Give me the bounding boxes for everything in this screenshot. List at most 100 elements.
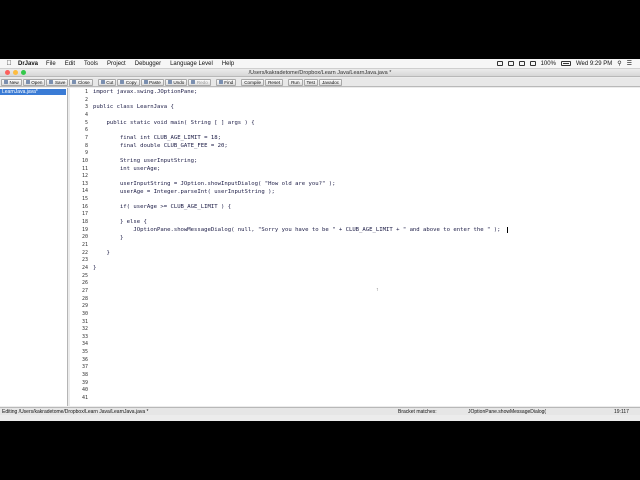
line-number: 22 bbox=[81, 249, 88, 256]
compile-button[interactable]: Compile bbox=[241, 78, 265, 86]
menu-language-level[interactable]: Language Level bbox=[170, 61, 213, 67]
line-number: 15 bbox=[81, 196, 88, 203]
line-number: 5 bbox=[84, 119, 88, 126]
copy-button[interactable]: Copy bbox=[117, 78, 140, 86]
code-line-1[interactable]: import javax.swing.JOptionPane; bbox=[93, 89, 197, 95]
test-label: Test bbox=[306, 79, 315, 85]
paste-icon bbox=[143, 80, 148, 84]
line-number: 26 bbox=[81, 280, 88, 287]
line-number: 38 bbox=[81, 372, 88, 379]
bracket-matches-label: Bracket matches: bbox=[398, 409, 437, 415]
line-number: 27 bbox=[81, 287, 88, 294]
line-number: 16 bbox=[81, 203, 88, 210]
open-button[interactable]: Open bbox=[22, 78, 46, 86]
code-line-5[interactable]: public static void main( String [ ] args… bbox=[93, 120, 254, 126]
window-title: /Users/kakradetome/Dropbox/Learn Java/Le… bbox=[248, 69, 392, 76]
volume-icon[interactable] bbox=[529, 61, 536, 66]
sidebar-file-learnjava[interactable]: LearnJava.java* bbox=[0, 89, 66, 95]
line-number: 41 bbox=[81, 395, 88, 401]
code-line-14[interactable]: userAge = Integer.parseInt( userInputStr… bbox=[93, 189, 275, 195]
find-button[interactable]: Find bbox=[215, 78, 237, 86]
line-number: 3 bbox=[84, 104, 88, 111]
wifi-icon[interactable] bbox=[518, 61, 525, 66]
list-icon[interactable]: ☰ bbox=[627, 60, 632, 67]
save-label: Save bbox=[54, 79, 66, 85]
line-number: 35 bbox=[81, 349, 88, 356]
close-file-icon bbox=[72, 80, 77, 84]
code-line-10[interactable]: String userInputString; bbox=[93, 158, 197, 164]
copy-label: Copy bbox=[125, 79, 137, 85]
status-area: 100% Wed 9:29 PM ⚲ ☰ bbox=[496, 60, 640, 67]
redo-icon bbox=[191, 80, 196, 84]
code-line-11[interactable]: int userAge; bbox=[93, 166, 160, 172]
code-line-7[interactable]: final int CLUB_AGE_LIMIT = 18; bbox=[93, 135, 221, 141]
test-button[interactable]: Test bbox=[303, 78, 318, 86]
javadoc-button[interactable]: Javadoc bbox=[318, 78, 343, 86]
folder-icon bbox=[25, 80, 30, 84]
code-line-16[interactable]: if( userAge >= CLUB_AGE_LIMIT ) { bbox=[93, 204, 231, 210]
line-number: 19 bbox=[81, 226, 88, 233]
reset-button[interactable]: Reset bbox=[265, 78, 284, 86]
menu-file[interactable]: File bbox=[46, 61, 56, 67]
paste-label: Paste bbox=[149, 79, 161, 85]
cursor-position: 19:117 bbox=[614, 409, 629, 415]
code-line-13[interactable]: userInputString = JOption.showInputDialo… bbox=[93, 181, 336, 187]
save-button[interactable]: Save bbox=[46, 78, 69, 86]
line-number: 39 bbox=[81, 379, 88, 386]
dropbox-icon[interactable] bbox=[496, 61, 503, 66]
new-button[interactable]: New bbox=[1, 78, 22, 86]
new-label: New bbox=[9, 79, 19, 85]
line-number: 9 bbox=[84, 150, 88, 157]
javadoc-label: Javadoc bbox=[321, 79, 340, 85]
line-number: 40 bbox=[81, 387, 88, 394]
code-line-18[interactable]: } else { bbox=[93, 219, 147, 225]
code-line-3[interactable]: public class LearnJava { bbox=[93, 104, 174, 110]
code-editor[interactable]: 1 2 3 4 5 6 7 8 9 10 11 12 13 14 15 16 17 18 19 20 21 22 23 24 2… bbox=[70, 88, 640, 406]
line-number: 7 bbox=[84, 134, 88, 141]
scissors-icon bbox=[100, 80, 105, 84]
undo-button[interactable]: Undo bbox=[164, 78, 188, 86]
menu-debugger[interactable]: Debugger bbox=[135, 61, 161, 67]
line-number: 31 bbox=[81, 318, 88, 325]
line-number: 20 bbox=[81, 234, 88, 241]
redo-button[interactable]: Redo bbox=[188, 78, 211, 86]
code-line-24[interactable]: } bbox=[93, 265, 96, 271]
line-number: 11 bbox=[81, 165, 88, 172]
text-caret bbox=[507, 227, 508, 233]
line-number: 36 bbox=[81, 356, 88, 363]
search-icon[interactable]: ⚲ bbox=[617, 60, 621, 67]
menu-project[interactable]: Project bbox=[107, 61, 126, 67]
close-button[interactable]: Close bbox=[69, 78, 93, 86]
app-menu[interactable]: DrJava bbox=[18, 61, 38, 67]
code-line-8[interactable]: final double CLUB_GATE_FEE = 20; bbox=[93, 143, 228, 149]
line-number-gutter: 1 2 3 4 5 6 7 8 9 10 11 12 13 14 15 16 17 18 19 20 21 22 23 24 2… bbox=[70, 88, 90, 406]
battery-icon[interactable] bbox=[560, 61, 571, 66]
line-number: 30 bbox=[81, 310, 88, 317]
line-number: 10 bbox=[81, 157, 88, 164]
paste-button[interactable]: Paste bbox=[140, 78, 164, 86]
line-number: 12 bbox=[81, 173, 88, 180]
find-label: Find bbox=[224, 79, 234, 85]
run-button[interactable]: Run bbox=[288, 78, 303, 86]
cut-button[interactable]: Cut bbox=[97, 78, 117, 86]
clock[interactable]: Wed 9:29 PM bbox=[576, 61, 612, 67]
menu-help[interactable]: Help bbox=[222, 61, 234, 67]
line-number: 2 bbox=[84, 96, 88, 103]
line-number: 17 bbox=[81, 211, 88, 218]
menu-tools[interactable]: Tools bbox=[84, 61, 98, 67]
menu-edit[interactable]: Edit bbox=[65, 61, 75, 67]
code-line-19[interactable]: JOptionPane.showMessageDialog( null, "So… bbox=[93, 227, 500, 233]
redo-label: Redo bbox=[196, 79, 208, 85]
status-bar: Editing /Users/kakradetome/Dropbox/Learn… bbox=[0, 407, 640, 415]
editing-status: Editing /Users/kakradetome/Dropbox/Learn… bbox=[2, 409, 149, 415]
new-file-icon bbox=[4, 80, 8, 84]
reset-label: Reset bbox=[268, 79, 281, 85]
undo-icon bbox=[167, 80, 172, 84]
display-icon[interactable] bbox=[507, 61, 514, 66]
apple-icon[interactable]:  bbox=[0, 60, 18, 67]
code-line-22[interactable]: } bbox=[93, 250, 109, 256]
line-number: 24 bbox=[81, 264, 88, 271]
line-number: 1 bbox=[84, 89, 88, 95]
menu-bar:  DrJava File Edit Tools Project Debugge… bbox=[0, 59, 640, 69]
code-line-20[interactable]: } bbox=[93, 235, 123, 241]
